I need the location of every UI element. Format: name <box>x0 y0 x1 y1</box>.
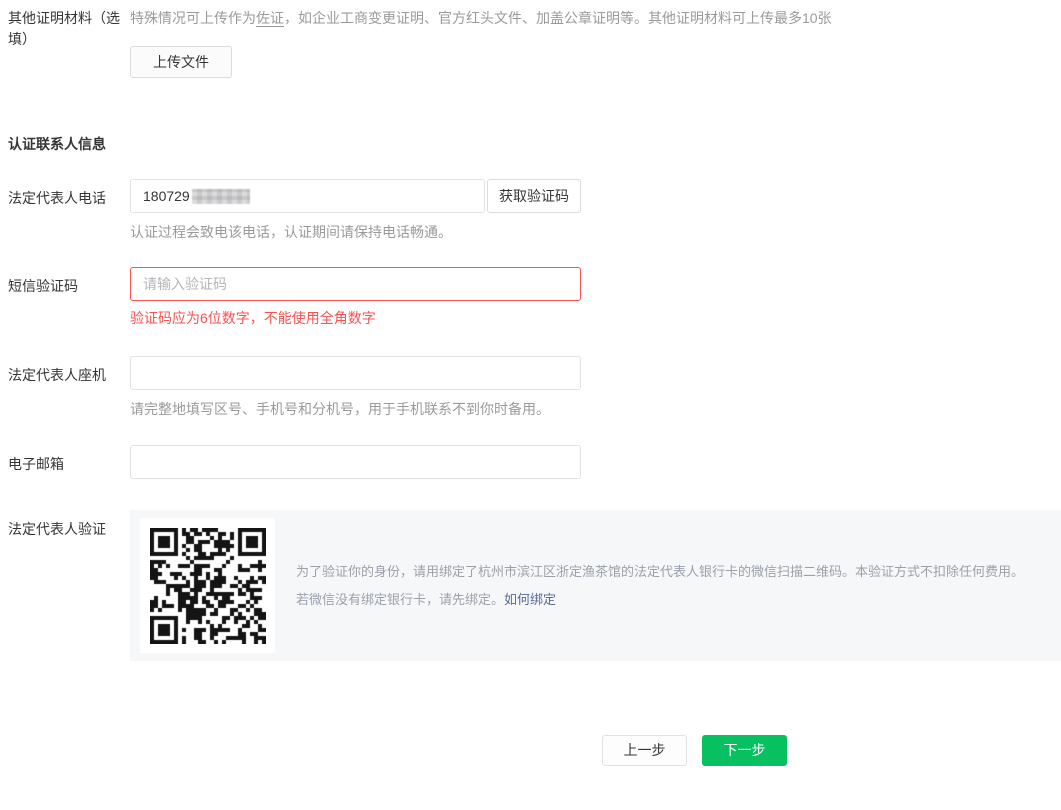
sms-code-label: 短信验证码 <box>8 278 78 294</box>
phone-input[interactable]: 180729 <box>130 179 485 213</box>
verification-line2-text: 若微信没有绑定银行卡，请先绑定。 <box>296 591 505 607</box>
phone-row: 法定代表人电话 180729 获取验证码 认证过程会致电该电话，认证期间请保持电… <box>0 179 1061 242</box>
email-label: 电子邮箱 <box>8 456 64 472</box>
verification-description: 为了验证你的身份，请用绑定了杭州市滨江区浙定渔茶馆的法定代表人银行卡的微信扫描二… <box>296 558 1024 614</box>
phone-help-text: 认证过程会致电该电话，认证期间请保持电话畅通。 <box>130 224 452 240</box>
verification-label: 法定代表人验证 <box>8 521 106 537</box>
tip-prefix: 特殊情况可上传作为 <box>130 10 256 26</box>
sms-code-row: 短信验证码 验证码应为6位数字，不能使用全角数字 <box>0 267 1061 328</box>
sms-code-input[interactable] <box>130 267 581 301</box>
verification-row: 法定代表人验证 为了验证你的身份，请用绑定了杭州市滨江区浙定渔茶馆的法定代表人银… <box>0 510 1061 661</box>
phone-value: 180729 <box>143 188 190 204</box>
verification-panel: 为了验证你的身份，请用绑定了杭州市滨江区浙定渔茶馆的法定代表人银行卡的微信扫描二… <box>130 510 1061 661</box>
get-code-button[interactable]: 获取验证码 <box>487 179 581 213</box>
verification-line2: 若微信没有绑定银行卡，请先绑定。如何绑定 <box>296 586 1024 614</box>
other-materials-label: 其他证明材料（选填） <box>8 10 120 47</box>
tip-term: 佐证 <box>256 10 284 27</box>
certification-form-page: 其他证明材料（选填） 特殊情况可上传作为佐证，如企业工商变更证明、官方红头文件、… <box>0 8 1061 810</box>
sms-code-error: 验证码应为6位数字，不能使用全角数字 <box>130 310 376 326</box>
landline-help-text: 请完整地填写区号、手机号和分机号，用于手机联系不到你时备用。 <box>130 401 550 417</box>
qr-code-icon <box>149 527 266 644</box>
next-step-button[interactable]: 下一步 <box>702 735 787 766</box>
landline-row: 法定代表人座机 请完整地填写区号、手机号和分机号，用于手机联系不到你时备用。 <box>0 356 1061 419</box>
phone-label: 法定代表人电话 <box>8 190 106 206</box>
how-to-bind-link[interactable]: 如何绑定 <box>504 592 556 607</box>
qr-code-box <box>140 518 275 653</box>
other-materials-tip: 特殊情况可上传作为佐证，如企业工商变更证明、官方红头文件、加盖公章证明等。其他证… <box>130 8 1061 29</box>
email-input[interactable] <box>130 445 581 479</box>
phone-masked-digits <box>191 188 250 204</box>
email-row: 电子邮箱 <box>0 445 1061 479</box>
contact-info-section-title: 认证联系人信息 <box>8 136 106 152</box>
other-materials-row: 其他证明材料（选填） 特殊情况可上传作为佐证，如企业工商变更证明、官方红头文件、… <box>0 8 1061 78</box>
landline-input[interactable] <box>130 356 581 390</box>
previous-step-button[interactable]: 上一步 <box>602 735 687 766</box>
verification-line1: 为了验证你的身份，请用绑定了杭州市滨江区浙定渔茶馆的法定代表人银行卡的微信扫描二… <box>296 563 1025 579</box>
tip-suffix: ，如企业工商变更证明、官方红头文件、加盖公章证明等。其他证明材料可上传最多10张 <box>284 10 832 26</box>
landline-label: 法定代表人座机 <box>8 367 106 383</box>
upload-file-button[interactable]: 上传文件 <box>130 46 232 78</box>
footer-actions: 上一步 下一步 <box>0 735 1061 766</box>
